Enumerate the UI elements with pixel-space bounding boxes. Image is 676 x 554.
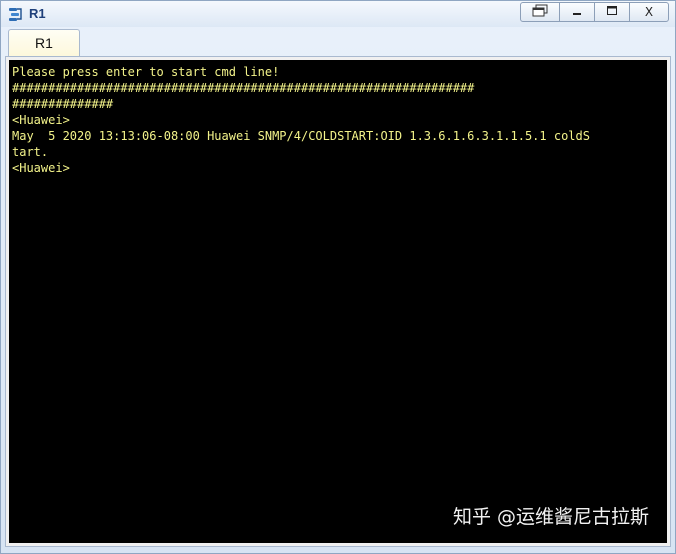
- terminal-line: ##############: [12, 97, 114, 111]
- router-app-icon: [7, 6, 25, 24]
- maximize-button[interactable]: [594, 2, 630, 22]
- minimize-icon: [571, 5, 583, 20]
- terminal-frame: Please press enter to start cmd line! ##…: [5, 56, 671, 547]
- terminal-line: <Huawei>: [12, 161, 70, 175]
- close-button[interactable]: X: [629, 2, 669, 22]
- terminal-window: R1 X R1 Please press enter to start cmd …: [0, 0, 676, 554]
- maximize-icon: [606, 5, 618, 20]
- terminal-line: May 5 2020 13:13:06-08:00 Huawei SNMP/4/…: [12, 129, 590, 143]
- window-title: R1: [29, 6, 46, 21]
- close-icon: X: [644, 5, 654, 19]
- restore-windows-icon: [531, 4, 549, 21]
- terminal-line: <Huawei>: [12, 113, 70, 127]
- minimize-button[interactable]: [559, 2, 595, 22]
- tab-strip: R1: [5, 27, 671, 57]
- terminal-line: ########################################…: [12, 81, 475, 95]
- window-controls: X: [520, 2, 669, 23]
- watermark-text: 知乎 @运维酱尼古拉斯: [452, 506, 649, 528]
- terminal-console[interactable]: Please press enter to start cmd line! ##…: [9, 60, 667, 543]
- title-bar[interactable]: R1 X: [1, 1, 675, 27]
- tab-r1[interactable]: R1: [8, 29, 80, 56]
- terminal-line: Please press enter to start cmd line!: [12, 65, 280, 79]
- terminal-line: tart.: [12, 145, 49, 159]
- restore-windows-button[interactable]: [520, 2, 560, 22]
